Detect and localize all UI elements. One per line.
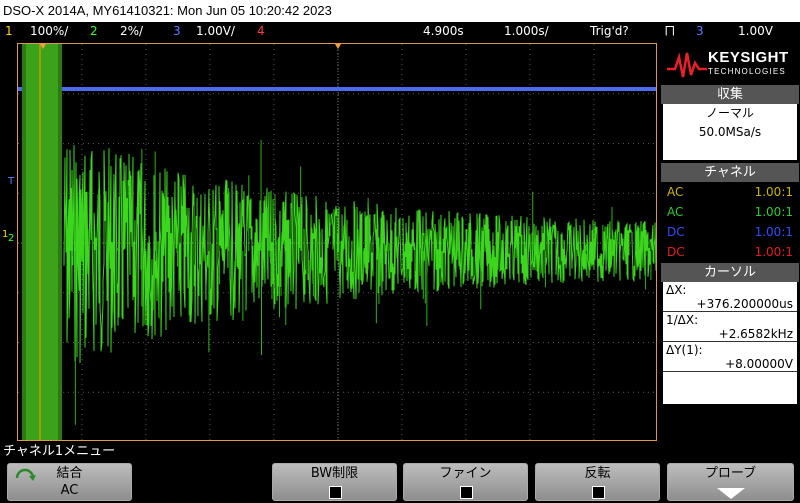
bw-limit-checkbox[interactable] (328, 486, 342, 499)
channels-panel: AC 1.00:1 AC 1.00:1 DC 1.00:1 DC 1.00:1 (663, 182, 797, 262)
channel-coupling: DC (667, 245, 685, 259)
dy-value: +8.00000V (725, 357, 793, 371)
cursors-panel: ΔX: +376.200000us 1/ΔX: +2.6582kHz ΔY(1)… (663, 282, 797, 404)
info-panel: KEYSIGHT TECHNOLOGIES 収集 ノーマル 50.0MSa/s … (661, 43, 799, 441)
delay-center-marker (335, 44, 341, 49)
window-title: DSO-X 2014A, MY61410321: Mon Jun 05 10:2… (0, 0, 800, 22)
ch2-trace (63, 145, 656, 363)
menu-title: チャネル1メニュー (3, 444, 116, 459)
ch3-scale[interactable]: 1.00V/ (196, 22, 235, 41)
channels-header: チャネル (661, 163, 799, 182)
inv-dx-value: +2.6582kHz (718, 327, 793, 341)
channel-probe-ratio: 1.00:1 (754, 205, 793, 219)
timebase-scale[interactable]: 1.000s/ (504, 22, 549, 41)
channel-row: DC 1.00:1 (663, 242, 797, 262)
fine-label: ファイン (439, 466, 492, 481)
acquisition-mode: ノーマル (705, 106, 754, 120)
rotate-knob-icon (14, 468, 36, 482)
acquisition-header: 収集 (661, 85, 799, 104)
sample-rate: 50.0MSa/s (698, 125, 762, 139)
brand-name: KEYSIGHT (708, 49, 789, 66)
ch3-number[interactable]: 3 (173, 22, 181, 41)
trigger-level[interactable]: 1.00V (738, 22, 773, 41)
probe-label: プローブ (704, 466, 757, 481)
softkey-invert[interactable]: 反転 (535, 463, 660, 501)
graticule (18, 44, 656, 440)
inv-dx-label: 1/ΔX: (666, 313, 699, 327)
coupling-value: AC (60, 483, 79, 498)
timebase-delay[interactable]: 4.900s (423, 22, 464, 41)
acquisition-panel: ノーマル 50.0MSa/s (663, 104, 797, 160)
softkey-probe[interactable]: プローブ (667, 463, 794, 501)
invert-label: 反転 (584, 466, 611, 481)
ch1-number[interactable]: 1 (5, 22, 13, 41)
cursor-dy: ΔY(1): +8.00000V (663, 342, 797, 372)
channel-coupling: AC (667, 205, 684, 219)
keysight-wave-icon (667, 52, 707, 78)
ch1-scale[interactable]: 100%/ (30, 22, 68, 41)
cursors-header: カーソル (661, 263, 799, 282)
dy-label: ΔY(1): (666, 343, 703, 357)
channel-coupling: DC (667, 225, 685, 239)
ch4-number[interactable]: 4 (257, 22, 265, 41)
softkey-fine[interactable]: ファイン (403, 463, 528, 501)
cursor-inv-dx: 1/ΔX: +2.6582kHz (663, 312, 797, 342)
waveform-display[interactable] (17, 43, 657, 441)
fine-checkbox[interactable] (459, 486, 473, 499)
cursor-dx: ΔX: +376.200000us (663, 282, 797, 312)
brand-sub: TECHNOLOGIES (708, 67, 786, 76)
softkey-bw-limit[interactable]: BW制限 (272, 463, 397, 501)
channel-row: AC 1.00:1 (663, 182, 797, 202)
ch2-scale[interactable]: 2%/ (120, 22, 143, 41)
softkey-coupling[interactable]: 結合 AC (7, 463, 132, 501)
invert-checkbox[interactable] (591, 486, 605, 499)
dx-value: +376.200000us (696, 297, 793, 311)
dx-label: ΔX: (666, 283, 687, 297)
channel-probe-ratio: 1.00:1 (754, 245, 793, 259)
submenu-arrow-icon (716, 488, 745, 499)
channel-probe-ratio: 1.00:1 (754, 225, 793, 239)
ch2-number[interactable]: 2 (90, 22, 98, 41)
trigger-edge-icon[interactable]: ⨅ (665, 22, 675, 41)
trigger-level-marker[interactable]: T (8, 177, 14, 187)
channel-coupling: AC (667, 185, 684, 199)
keysight-logo: KEYSIGHT TECHNOLOGIES (661, 43, 799, 85)
ch2-burst-core (26, 44, 58, 440)
channel-row: DC 1.00:1 (663, 222, 797, 242)
channel-probe-ratio: 1.00:1 (754, 185, 793, 199)
channel-row: AC 1.00:1 (663, 202, 797, 222)
trigger-source[interactable]: 3 (696, 22, 704, 41)
channel-strip: 1 100%/ 2 2%/ 3 1.00V/ 4 4.900s 1.000s/ … (0, 22, 800, 41)
ch2-ground-marker[interactable]: 2 (8, 234, 14, 244)
bw-limit-label: BW制限 (310, 466, 359, 481)
trigger-status: Trig'd? (590, 24, 629, 38)
